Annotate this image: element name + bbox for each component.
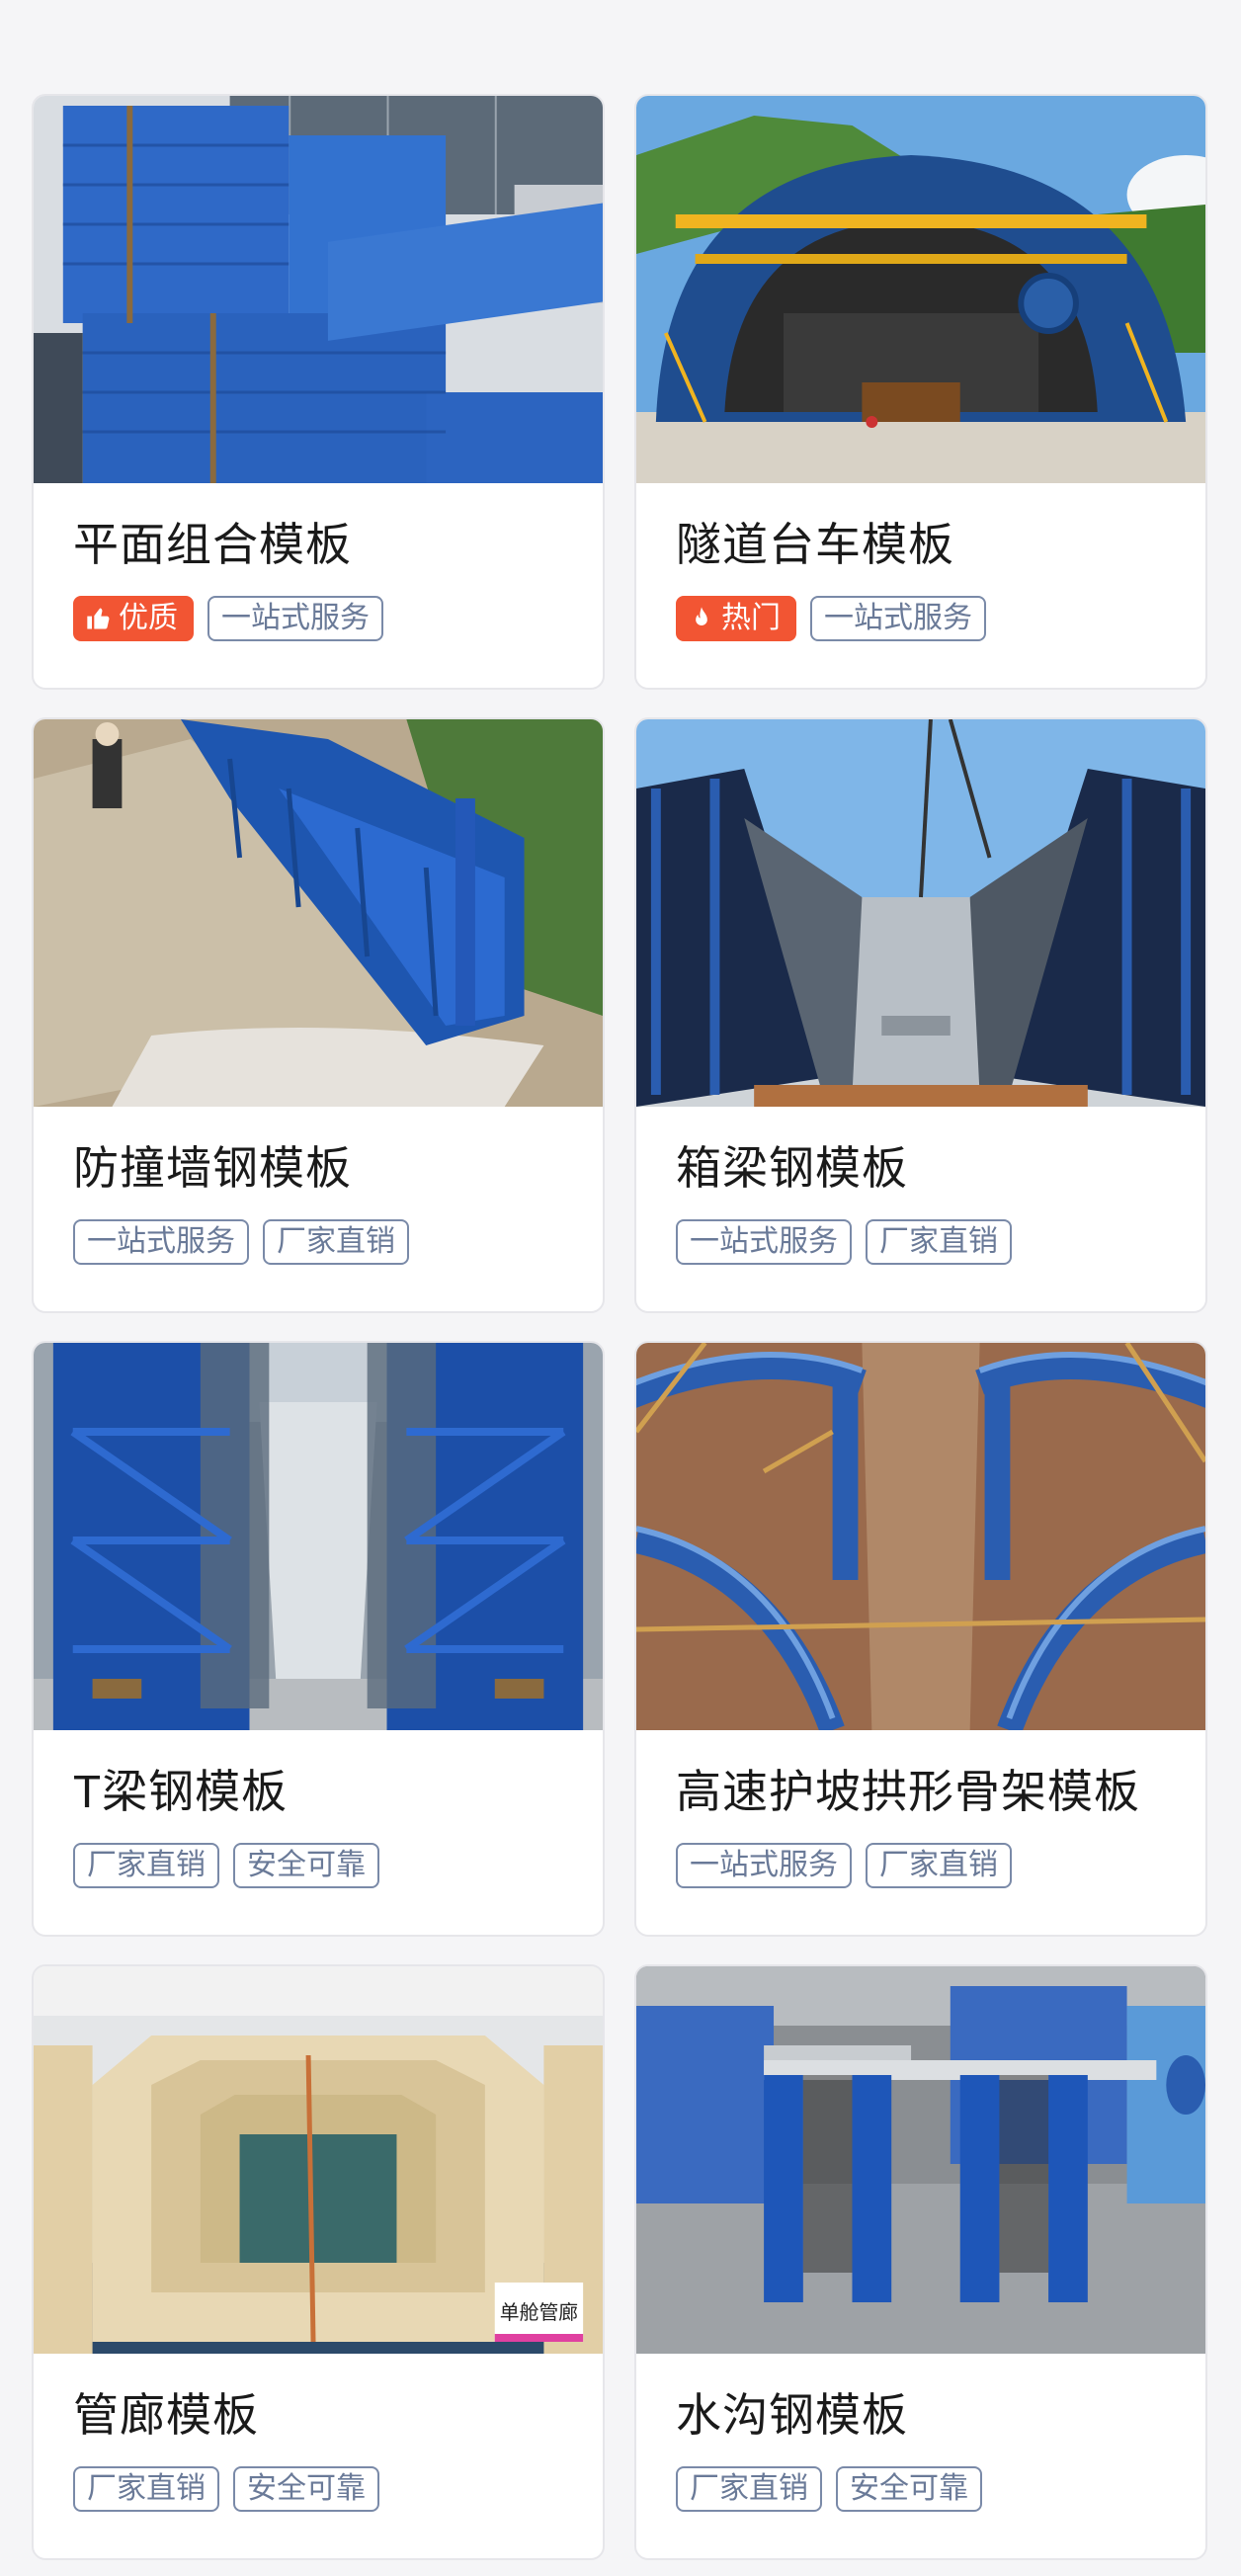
tag-one-stop-service: 一站式服务	[676, 1843, 852, 1888]
tag-factory-direct: 厂家直销	[676, 2466, 822, 2512]
tag-list: 一站式服务 厂家直销	[676, 1843, 1012, 1888]
product-card-t-beam[interactable]: T梁钢模板 厂家直销 安全可靠	[32, 1341, 605, 1937]
tag-list: 厂家直销 安全可靠	[73, 1843, 379, 1888]
product-card-ditch-formwork[interactable]: 水沟钢模板 厂家直销 安全可靠	[634, 1964, 1207, 2560]
product-image[interactable]	[636, 96, 1205, 483]
tag-one-stop-service: 一站式服务	[810, 596, 986, 641]
product-image[interactable]	[636, 1343, 1205, 1730]
product-image[interactable]	[34, 719, 603, 1107]
tag-list: 热门 一站式服务	[676, 596, 986, 641]
product-card-tunnel-trolley[interactable]: 隧道台车模板 热门 一站式服务	[634, 94, 1207, 690]
product-title: 防撞墙钢模板	[73, 1142, 352, 1194]
tag-list: 优质 一站式服务	[73, 596, 383, 641]
tag-factory-direct: 厂家直销	[73, 2466, 219, 2512]
product-image[interactable]	[34, 96, 603, 483]
tag-safe-reliable: 安全可靠	[233, 1843, 379, 1888]
product-image[interactable]	[636, 1966, 1205, 2354]
tag-one-stop-service: 一站式服务	[676, 1219, 852, 1265]
tag-list: 厂家直销 安全可靠	[73, 2466, 379, 2512]
product-title: 管廊模板	[73, 2389, 259, 2441]
product-image[interactable]: 单舱管廊	[34, 1966, 603, 2354]
thumbs-up-icon	[87, 608, 110, 629]
tag-one-stop-service: 一站式服务	[207, 596, 383, 641]
tag-safe-reliable: 安全可靠	[233, 2466, 379, 2512]
product-title: 平面组合模板	[73, 519, 352, 570]
tag-factory-direct: 厂家直销	[866, 1219, 1012, 1265]
product-image[interactable]	[636, 719, 1205, 1107]
product-card-slope-arch-frame[interactable]: 高速护坡拱形骨架模板 一站式服务 厂家直销	[634, 1341, 1207, 1937]
product-title: T梁钢模板	[73, 1766, 289, 1817]
tag-factory-direct: 厂家直销	[866, 1843, 1012, 1888]
tag-factory-direct: 厂家直销	[263, 1219, 409, 1265]
product-card-crash-barrier[interactable]: 防撞墙钢模板 一站式服务 厂家直销	[32, 717, 605, 1313]
product-title: 箱梁钢模板	[676, 1142, 908, 1194]
product-title: 高速护坡拱形骨架模板	[676, 1766, 1140, 1817]
hot-badge: 热门	[676, 596, 796, 641]
tag-list: 一站式服务 厂家直销	[676, 1219, 1012, 1265]
flame-icon	[696, 607, 707, 625]
product-card-utility-tunnel[interactable]: 单舱管廊 管廊模板 厂家直销 安全可靠	[32, 1964, 605, 2560]
tag-factory-direct: 厂家直销	[73, 1843, 219, 1888]
product-card-box-girder[interactable]: 箱梁钢模板 一站式服务 厂家直销	[634, 717, 1207, 1313]
product-card-flat-formwork[interactable]: 平面组合模板 优质 一站式服务	[32, 94, 605, 690]
tag-list: 厂家直销 安全可靠	[676, 2466, 982, 2512]
image-sign-text: 单舱管廊	[500, 2301, 578, 2324]
quality-badge: 优质	[73, 596, 194, 641]
product-grid: 平面组合模板 优质 一站式服务 隧道台车模板 热门 一站式服务 防撞墙钢模板 一…	[32, 94, 1212, 2560]
product-title: 隧道台车模板	[676, 519, 954, 570]
tag-one-stop-service: 一站式服务	[73, 1219, 249, 1265]
tag-safe-reliable: 安全可靠	[836, 2466, 982, 2512]
product-image[interactable]	[34, 1343, 603, 1730]
product-title: 水沟钢模板	[676, 2389, 908, 2441]
tag-list: 一站式服务 厂家直销	[73, 1219, 409, 1265]
